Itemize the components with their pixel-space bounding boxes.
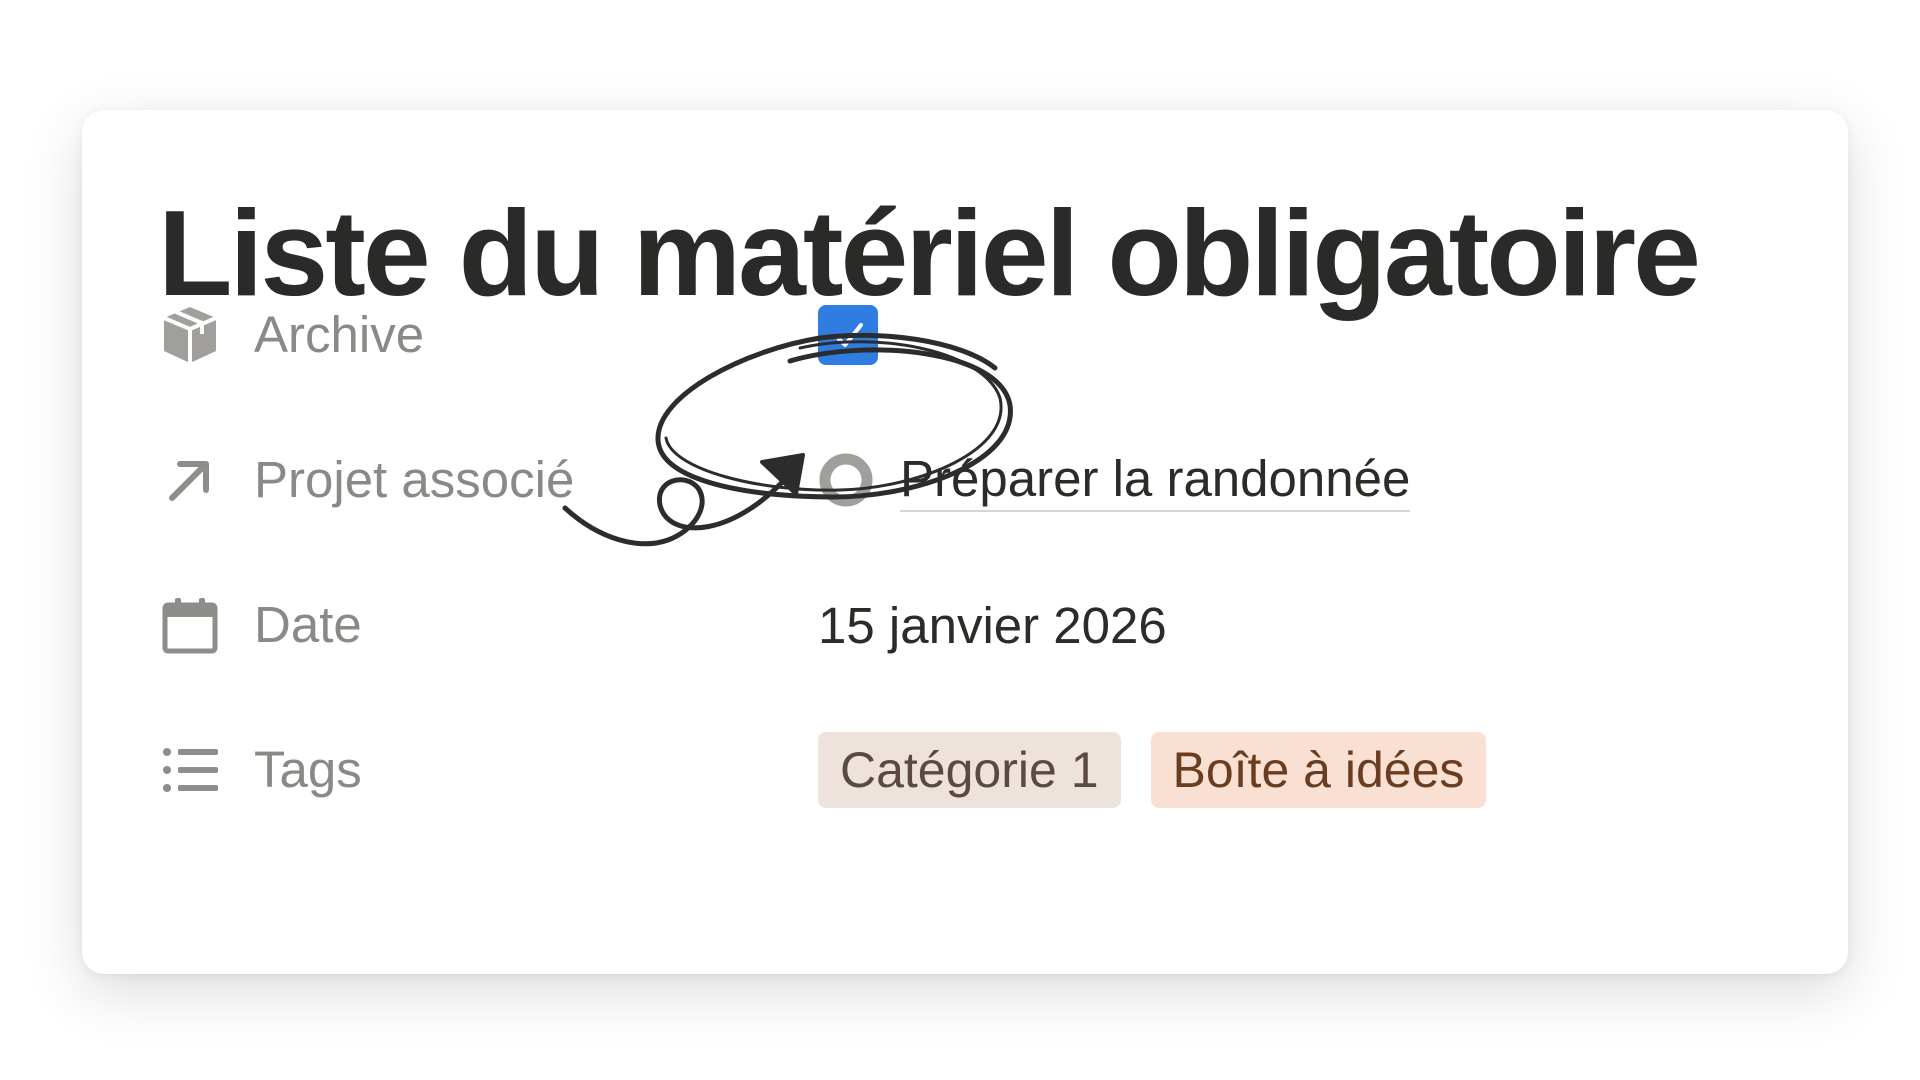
tag-categorie-1[interactable]: Catégorie 1 — [818, 732, 1121, 808]
property-label-project[interactable]: Projet associé — [254, 451, 574, 509]
property-label-date[interactable]: Date — [254, 596, 362, 654]
circle-icon — [819, 453, 873, 507]
property-value-project: Préparer la randonnée — [818, 425, 1411, 535]
related-project-link[interactable]: Préparer la randonnée — [818, 448, 1411, 512]
property-label-archive[interactable]: Archive — [254, 306, 424, 364]
date-value: 15 janvier 2026 — [818, 596, 1167, 654]
page-card: Liste du matériel obligatoire Archive Pr… — [82, 110, 1848, 974]
tag-boite-a-idees[interactable]: Boîte à idées — [1150, 732, 1487, 808]
property-value-tags[interactable]: Catégorie 1 Boîte à idées — [818, 715, 1487, 825]
check-icon — [834, 323, 863, 347]
property-row-date: Date 15 janvier 2026 — [158, 570, 1778, 680]
property-row-tags: Tags Catégorie 1 Boîte à idées — [158, 715, 1778, 825]
list-icon — [158, 738, 222, 802]
archive-checkbox[interactable] — [818, 305, 878, 365]
property-row-archive: Archive — [158, 280, 1778, 390]
archive-box-icon — [158, 303, 222, 367]
property-row-project: Projet associé Préparer la randonnée — [158, 425, 1778, 535]
calendar-icon — [158, 593, 222, 657]
arrow-up-right-icon — [158, 448, 222, 512]
property-value-date[interactable]: 15 janvier 2026 — [818, 570, 1167, 680]
related-project-title[interactable]: Préparer la randonnée — [900, 448, 1411, 512]
property-label-tags[interactable]: Tags — [254, 741, 362, 799]
property-value-archive — [818, 280, 878, 390]
